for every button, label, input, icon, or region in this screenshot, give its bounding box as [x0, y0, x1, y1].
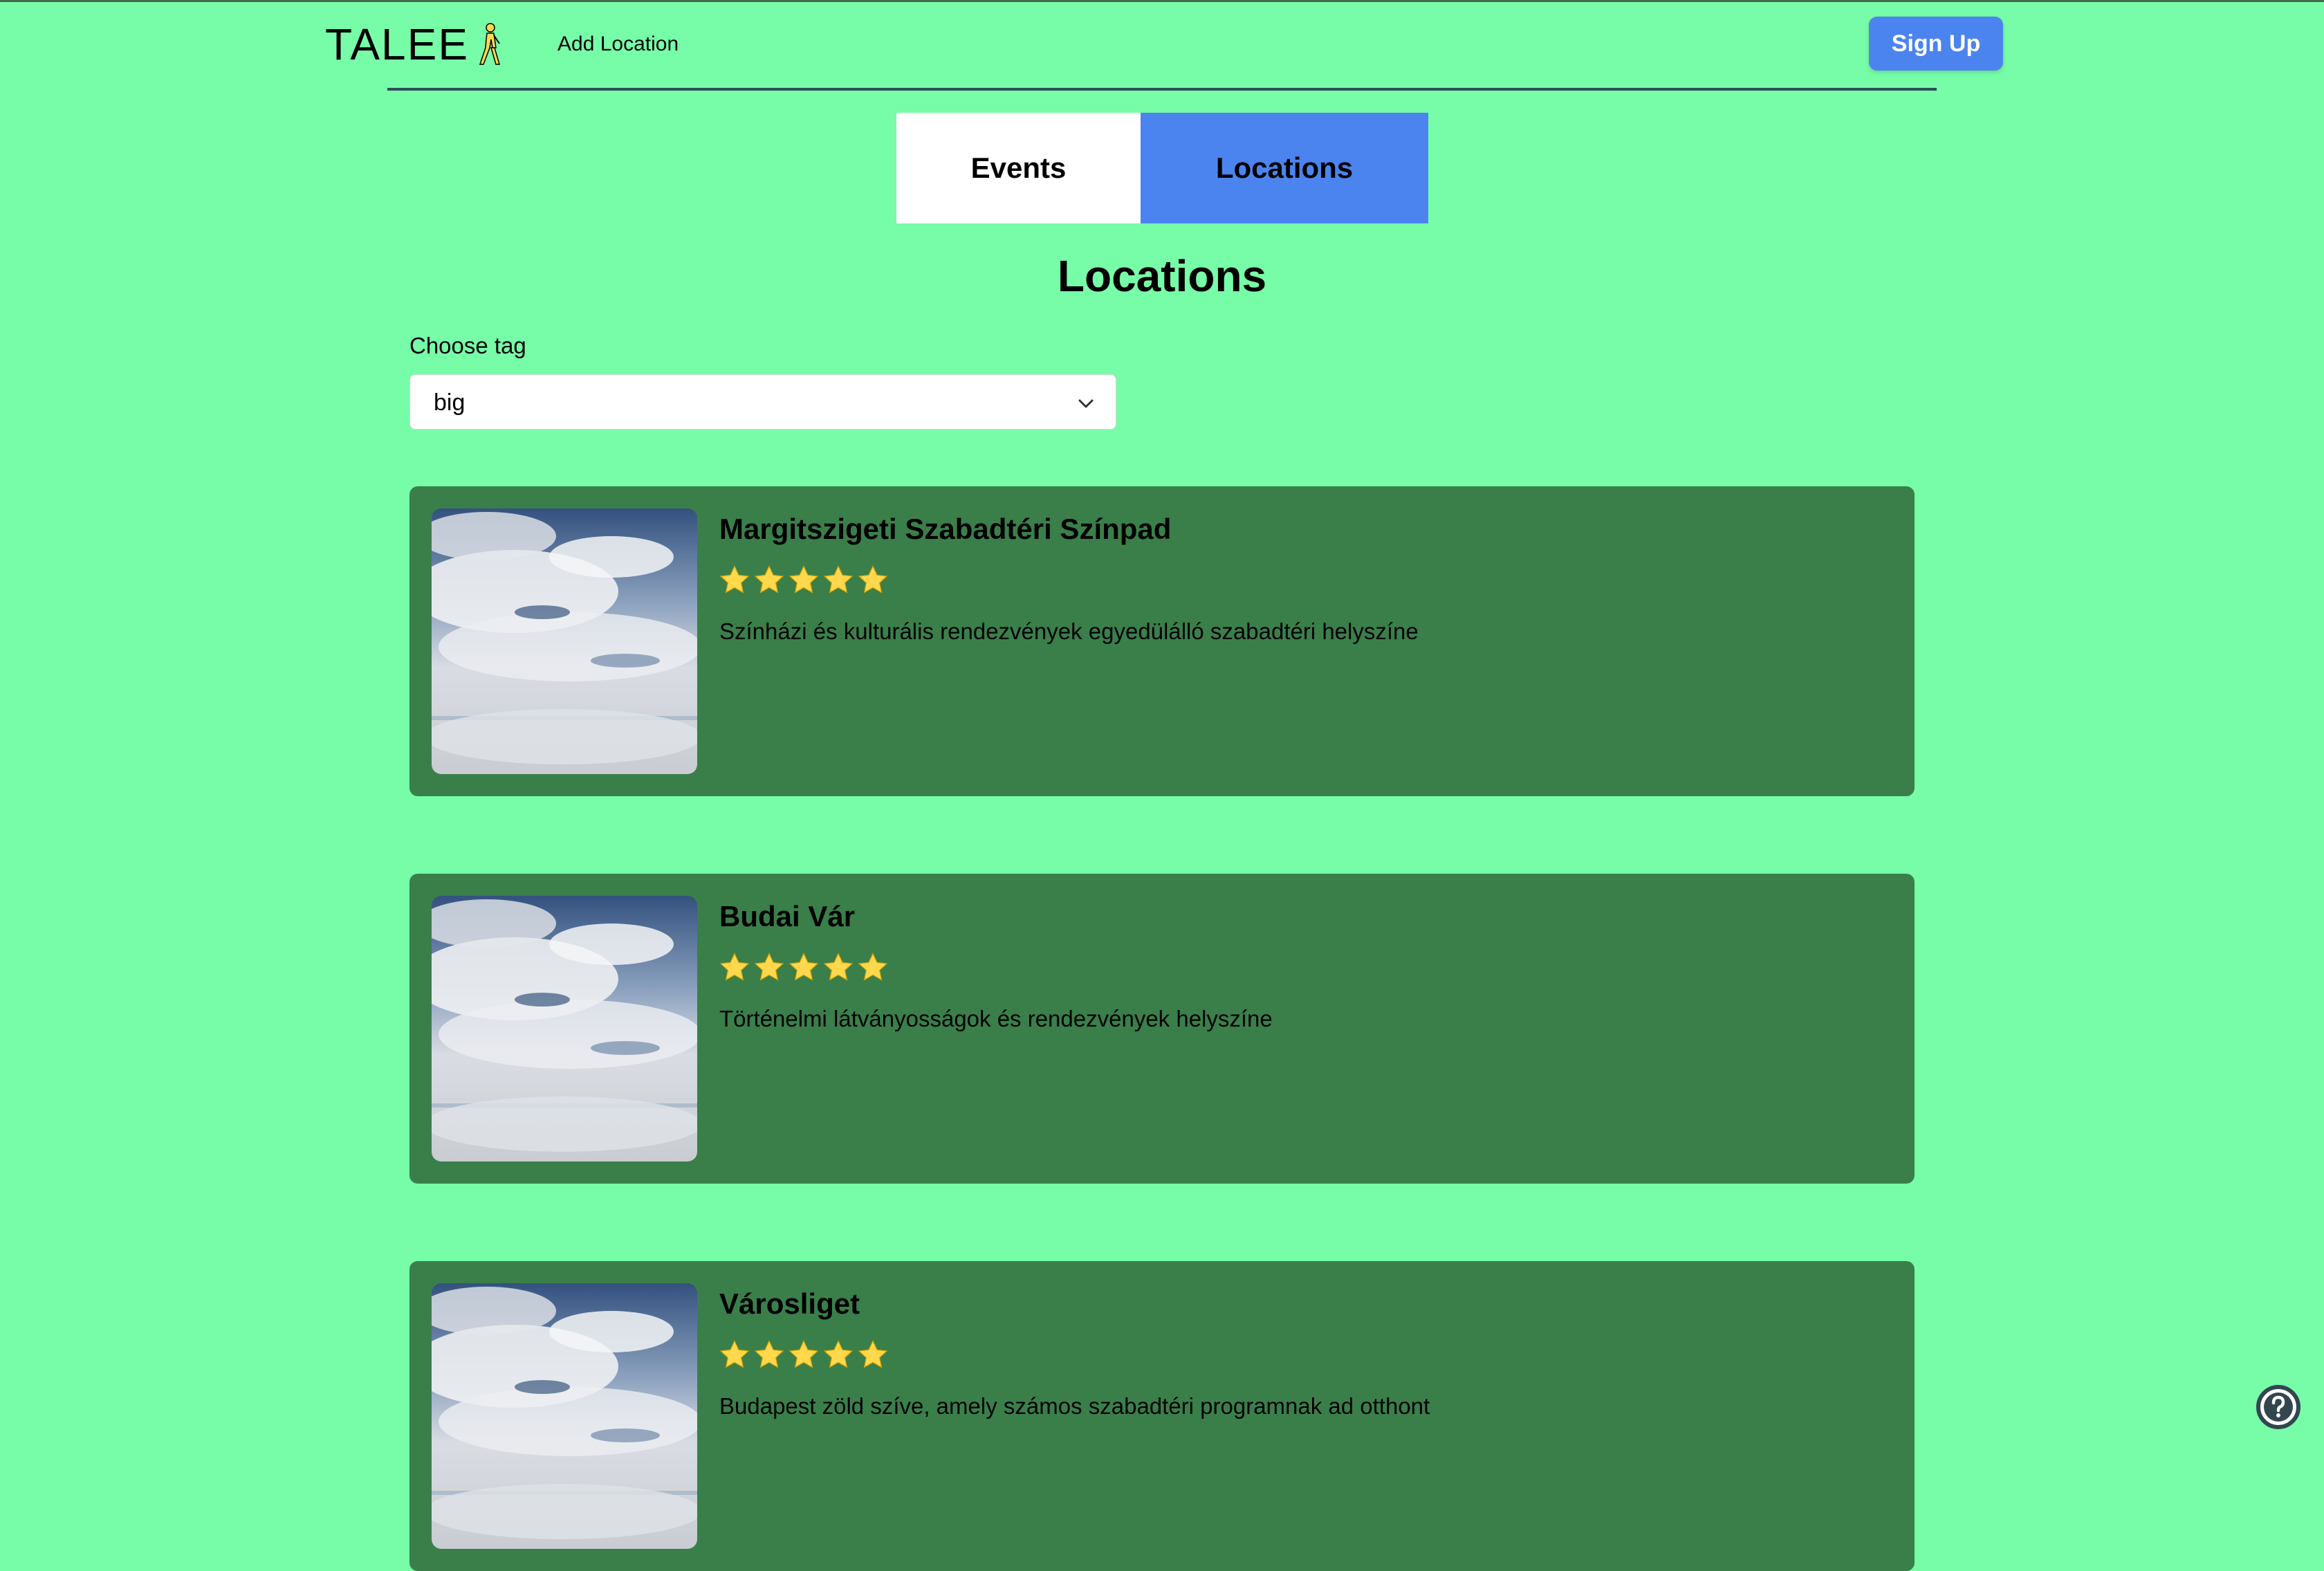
- logo[interactable]: TALEE: [325, 15, 502, 73]
- star-icon: [858, 565, 888, 594]
- help-icon[interactable]: [2256, 1385, 2300, 1429]
- tab-events[interactable]: Events: [896, 113, 1141, 223]
- add-location-link[interactable]: Add Location: [557, 29, 679, 59]
- star-icon: [719, 565, 750, 594]
- star-icon: [754, 953, 784, 981]
- star-icon: [823, 1340, 854, 1368]
- location-description: Budapest zöld szíve, amely számos szabad…: [719, 1393, 1430, 1419]
- star-icon: [823, 953, 854, 981]
- location-name: Budai Vár: [719, 900, 856, 933]
- tag-select[interactable]: big: [409, 374, 1116, 430]
- location-name: Városliget: [719, 1287, 860, 1320]
- star-icon: [754, 565, 784, 594]
- location-thumbnail: [432, 896, 697, 1161]
- star-icon: [719, 1340, 750, 1368]
- location-card[interactable]: Margitszigeti Szabadtéri Színpad Színház…: [409, 486, 1915, 796]
- star-icon: [788, 953, 819, 981]
- logo-text: TALEE: [325, 19, 469, 69]
- star-icon: [788, 1340, 819, 1368]
- walking-figure-icon: [479, 23, 500, 65]
- star-rating: [718, 951, 889, 984]
- chevron-down-icon: [1078, 399, 1094, 408]
- star-icon: [788, 565, 819, 594]
- star-icon: [754, 1340, 784, 1368]
- star-icon: [858, 953, 888, 981]
- tab-locations[interactable]: Locations: [1141, 113, 1428, 223]
- star-icon: [823, 565, 854, 594]
- location-description: Színházi és kulturális rendezvények egye…: [719, 618, 1419, 644]
- location-thumbnail: [432, 508, 697, 774]
- star-rating: [718, 1339, 889, 1372]
- header-divider: [387, 88, 1937, 91]
- star-icon: [858, 1340, 888, 1368]
- tag-select-value: big: [434, 389, 465, 416]
- location-name: Margitszigeti Szabadtéri Színpad: [719, 513, 1172, 545]
- location-description: Történelmi látványosságok és rendezvénye…: [719, 1006, 1273, 1031]
- location-card[interactable]: Városliget Budapest zöld szíve, amely sz…: [409, 1261, 1915, 1571]
- top-border: [0, 0, 2324, 2]
- page-title: Locations: [1057, 251, 1267, 301]
- tag-select-label: Choose tag: [409, 333, 526, 358]
- signup-button[interactable]: Sign Up: [1869, 17, 2003, 71]
- star-icon: [719, 953, 750, 981]
- location-card[interactable]: Budai Vár Történelmi látványosságok és r…: [409, 874, 1915, 1184]
- star-rating: [718, 564, 889, 597]
- location-thumbnail: [432, 1283, 697, 1549]
- tab-bar: Events Locations: [896, 113, 1428, 223]
